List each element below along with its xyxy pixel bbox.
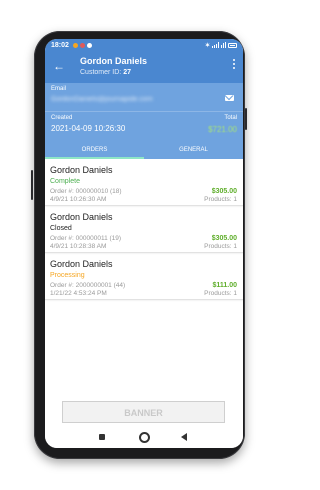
order-customer-name: Gordon Daniels <box>50 259 113 269</box>
app-bar: ← Gordon Daniels Customer ID: 27 <box>45 51 243 83</box>
order-status: Processing <box>50 272 85 279</box>
created-row: Created 2021-04-09 10:26:30 Total $721.0… <box>45 112 243 140</box>
more-vert-icon[interactable] <box>231 59 237 73</box>
status-time: 18:02 <box>51 41 69 49</box>
customer-id-label: Customer ID: <box>80 69 122 76</box>
total-label: Total <box>224 115 237 121</box>
status-icons: ✶ <box>205 42 237 49</box>
notification-icon <box>86 42 92 48</box>
order-card[interactable]: Gordon Daniels Processing Order #: 20000… <box>45 253 243 300</box>
order-number: Order #: 000000010 (18) <box>50 188 122 195</box>
order-number: Order #: 2000000001 (44) <box>50 282 126 289</box>
status-bar: 18:02 ✶ <box>45 39 243 51</box>
order-card[interactable]: Gordon Daniels Complete Order #: 0000000… <box>45 159 243 206</box>
notification-icon <box>72 42 78 48</box>
battery-icon <box>228 42 237 48</box>
order-customer-name: Gordon Daniels <box>50 212 113 222</box>
order-status: Complete <box>50 178 80 185</box>
wifi-icon <box>221 42 226 48</box>
order-total: $305.00 <box>211 188 237 195</box>
order-customer-name: Gordon Daniels <box>50 165 113 175</box>
page-title: Gordon Daniels <box>80 56 148 66</box>
order-total: $111.00 <box>212 282 237 289</box>
nav-back-icon[interactable] <box>181 433 187 441</box>
order-products: Products: 1 <box>204 196 237 203</box>
email-row: Email GordonDaniels@journapide.com <box>45 83 243 112</box>
email-label: Email <box>51 86 67 92</box>
mail-icon[interactable] <box>225 95 234 101</box>
orders-list: Gordon Daniels Complete Order #: 0000000… <box>45 159 243 300</box>
home-icon[interactable] <box>139 432 150 443</box>
customer-id-value: 27 <box>123 69 131 76</box>
order-card[interactable]: Gordon Daniels Closed Order #: 000000011… <box>45 206 243 253</box>
tab-bar: ORDERS GENERAL <box>45 140 243 159</box>
order-number: Order #: 000000011 (19) <box>50 235 122 242</box>
banner-ad[interactable]: BANNER <box>62 401 225 423</box>
customer-info: Email GordonDaniels@journapide.com Creat… <box>45 83 243 140</box>
signal-icon <box>212 42 219 48</box>
phone-volume-button <box>31 170 33 200</box>
order-products: Products: 1 <box>204 243 237 250</box>
notification-icon <box>79 42 85 48</box>
total-value: $721.00 <box>208 125 237 134</box>
app-screen: 18:02 ✶ ← Gordon Daniels Customer ID: 27… <box>45 39 243 448</box>
bluetooth-icon: ✶ <box>204 42 210 49</box>
order-date: 1/21/22 4:53:24 PM <box>50 290 107 297</box>
arrow-back-icon[interactable]: ← <box>53 59 65 73</box>
order-total: $305.00 <box>211 235 237 242</box>
created-label: Created <box>51 115 73 121</box>
email-value: GordonDaniels@journapide.com <box>51 96 153 103</box>
tab-general[interactable]: GENERAL <box>144 140 243 159</box>
system-nav-bar <box>45 428 243 448</box>
order-date: 4/9/21 10:26:30 AM <box>50 196 107 203</box>
order-status: Closed <box>50 225 72 232</box>
created-value: 2021-04-09 10:26:30 <box>51 124 126 133</box>
customer-id: Customer ID: 27 <box>80 69 131 76</box>
order-date: 4/9/21 10:28:38 AM <box>50 243 107 250</box>
order-products: Products: 1 <box>204 290 237 297</box>
recent-apps-icon[interactable] <box>99 434 105 440</box>
phone-power-button <box>245 108 247 130</box>
